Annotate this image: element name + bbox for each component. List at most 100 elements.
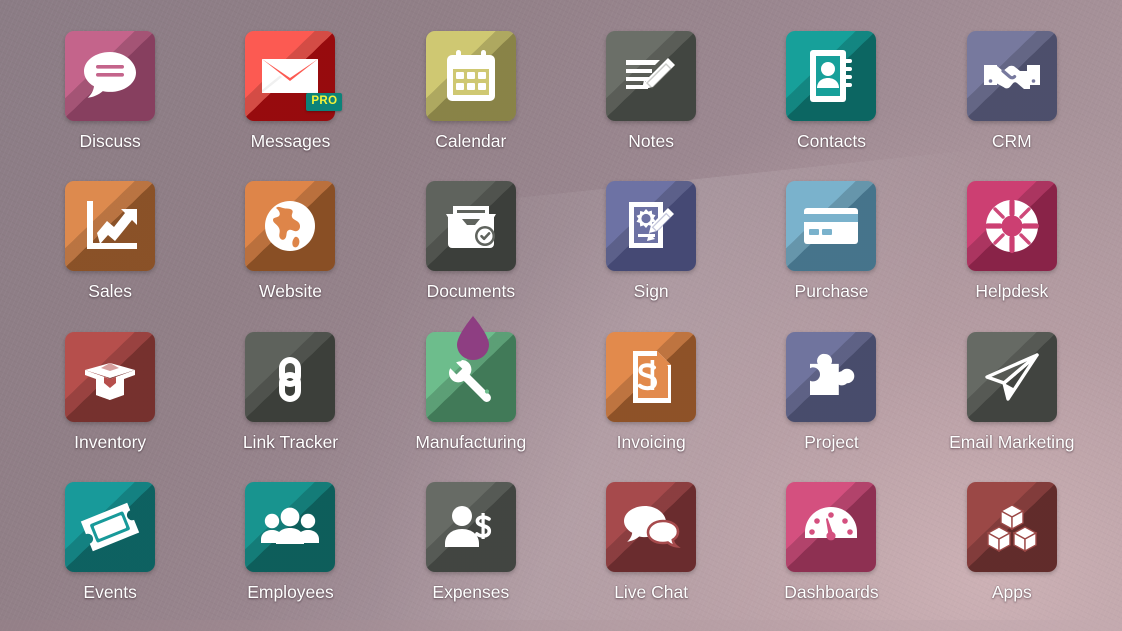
app-icon-tile xyxy=(786,331,877,422)
app-tile-sign[interactable]: Sign xyxy=(561,164,741,314)
app-grid: Discuss PRO Messages Calendar Notes Cont… xyxy=(0,0,1122,631)
app-tile-crm[interactable]: CRM xyxy=(922,14,1102,164)
app-label: Helpdesk xyxy=(975,281,1049,302)
app-label: Dashboards xyxy=(784,581,879,602)
app-tile-expenses[interactable]: Expenses xyxy=(381,465,561,615)
app-icon-wrapper xyxy=(245,181,336,272)
app-icon-wrapper xyxy=(786,331,877,422)
app-tile-employees[interactable]: Employees xyxy=(200,465,380,615)
app-icon-wrapper xyxy=(606,481,697,572)
app-tile-invoicing[interactable]: Invoicing xyxy=(561,315,741,465)
app-icon-tile xyxy=(786,181,877,272)
app-label: Purchase xyxy=(794,281,869,302)
credit-card-icon xyxy=(786,181,876,271)
app-tile-notes[interactable]: Notes xyxy=(561,14,741,164)
app-icon-wrapper xyxy=(606,31,697,121)
app-tile-link-tracker[interactable]: Link Tracker xyxy=(200,315,380,465)
app-tile-discuss[interactable]: Discuss xyxy=(20,14,200,164)
app-icon-tile xyxy=(786,481,877,572)
app-icon-wrapper xyxy=(966,181,1057,272)
open-box-icon xyxy=(65,332,155,422)
cubes-icon xyxy=(967,482,1057,572)
app-label: Sign xyxy=(633,281,669,302)
app-icon-tile xyxy=(966,181,1057,272)
app-icon-wrapper xyxy=(966,331,1057,422)
signature-doc-icon xyxy=(606,181,696,271)
app-icon-wrapper xyxy=(65,31,156,121)
app-tile-manufacturing[interactable]: Manufacturing xyxy=(381,315,561,465)
app-icon-tile xyxy=(65,31,156,121)
app-tile-email-marketing[interactable]: Email Marketing xyxy=(922,315,1102,465)
dollar-document-icon xyxy=(606,332,696,422)
app-label: Events xyxy=(83,581,137,602)
app-icon-wrapper xyxy=(65,181,156,272)
app-icon-tile xyxy=(606,481,697,572)
app-label: Manufacturing xyxy=(415,431,527,452)
growth-chart-icon xyxy=(65,181,155,271)
app-label: Website xyxy=(259,281,322,302)
app-icon-wrapper xyxy=(786,181,877,272)
life-ring-icon xyxy=(967,181,1057,271)
note-pencil-icon xyxy=(606,31,696,121)
app-icon-wrapper xyxy=(786,31,877,121)
app-icon-wrapper xyxy=(245,331,336,422)
app-tile-messages[interactable]: PRO Messages xyxy=(200,14,380,164)
app-label: Email Marketing xyxy=(949,431,1075,452)
app-icon-wrapper xyxy=(606,331,697,422)
chain-link-icon xyxy=(245,332,335,422)
app-tile-project[interactable]: Project xyxy=(741,315,921,465)
puzzle-piece-icon xyxy=(786,332,876,422)
app-tile-calendar[interactable]: Calendar xyxy=(381,14,561,164)
app-label: Expenses xyxy=(432,581,510,602)
app-icon-wrapper xyxy=(606,181,697,272)
app-icon-tile xyxy=(966,31,1057,121)
app-label: Live Chat xyxy=(614,581,689,602)
app-label: CRM xyxy=(991,131,1032,151)
app-label: Inventory xyxy=(74,431,147,452)
app-icon-tile xyxy=(966,481,1057,572)
app-tile-apps[interactable]: Apps xyxy=(922,465,1102,615)
app-tile-events[interactable]: Events xyxy=(20,465,200,615)
app-label: Notes xyxy=(628,131,675,151)
app-icon-tile xyxy=(65,481,156,572)
app-icon-tile xyxy=(425,31,516,121)
app-tile-helpdesk[interactable]: Helpdesk xyxy=(922,164,1102,314)
app-icon-wrapper xyxy=(245,481,336,572)
chat-bubbles-icon xyxy=(606,482,696,572)
app-icon-wrapper xyxy=(966,31,1057,121)
app-tile-purchase[interactable]: Purchase xyxy=(741,164,921,314)
app-tile-inventory[interactable]: Inventory xyxy=(20,315,200,465)
app-icon-tile xyxy=(966,331,1057,422)
app-icon-wrapper xyxy=(425,481,516,572)
person-dollar-icon xyxy=(426,482,516,572)
app-icon-wrapper xyxy=(425,315,516,422)
gauge-icon xyxy=(786,482,876,572)
app-tile-live-chat[interactable]: Live Chat xyxy=(561,465,741,615)
app-label: Project xyxy=(804,431,859,452)
app-label: Documents xyxy=(426,281,516,302)
app-icon-wrapper xyxy=(966,481,1057,572)
app-icon-tile xyxy=(425,181,516,272)
pro-badge: PRO xyxy=(306,92,343,111)
app-label: Apps xyxy=(991,581,1032,602)
app-label: Invoicing xyxy=(616,431,686,452)
app-tile-sales[interactable]: Sales xyxy=(20,164,200,314)
app-tile-website[interactable]: Website xyxy=(200,164,380,314)
ticket-icon xyxy=(65,482,155,572)
app-label: Link Tracker xyxy=(242,431,339,452)
handshake-icon xyxy=(967,31,1057,121)
app-icon-tile xyxy=(65,331,156,422)
app-icon-tile xyxy=(65,181,156,272)
calendar-icon xyxy=(426,31,516,121)
app-label: Calendar xyxy=(435,131,507,151)
app-icon-wrapper xyxy=(425,181,516,272)
app-icon-tile xyxy=(606,331,697,422)
folder-check-icon xyxy=(426,181,516,271)
app-tile-documents[interactable]: Documents xyxy=(381,164,561,314)
globe-icon xyxy=(245,181,335,271)
app-tile-contacts[interactable]: Contacts xyxy=(741,14,921,164)
app-label: Employees xyxy=(247,581,334,602)
app-icon-wrapper xyxy=(65,331,156,422)
app-tile-dashboards[interactable]: Dashboards xyxy=(741,465,921,615)
app-icon-wrapper: PRO xyxy=(245,31,343,121)
